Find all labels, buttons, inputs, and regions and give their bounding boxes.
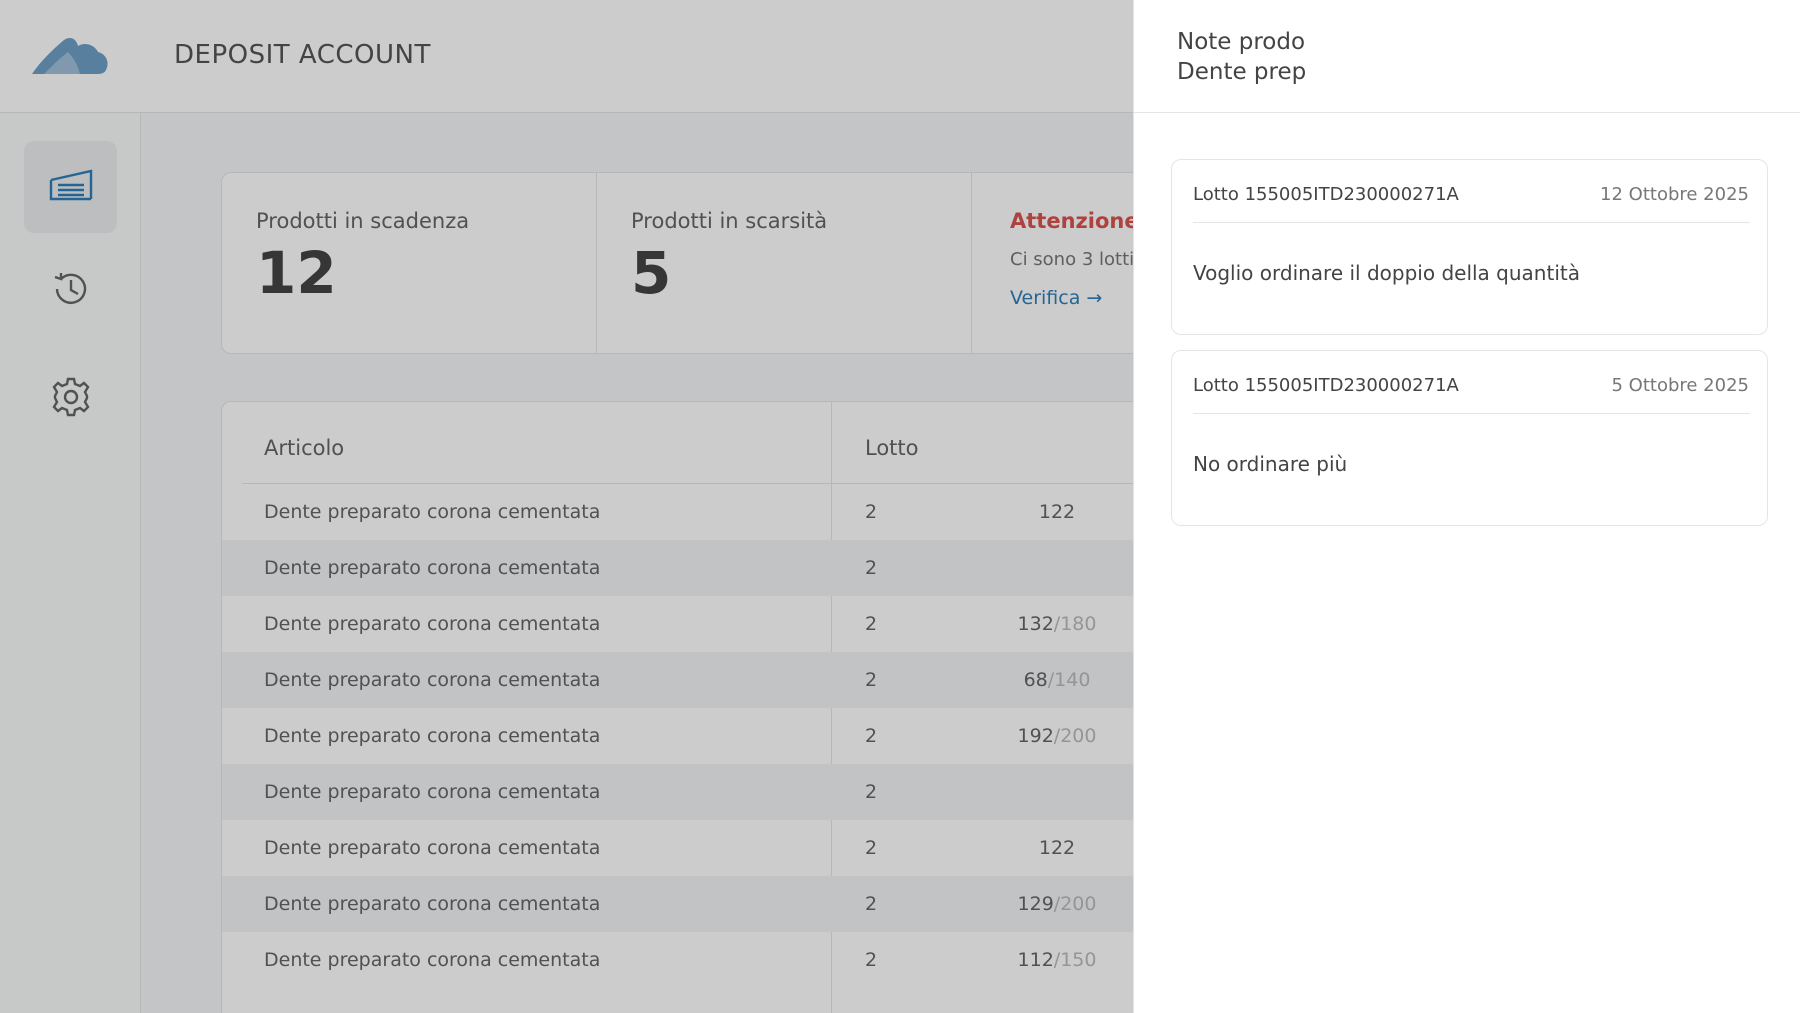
note-text: Voglio ordinare il doppio della quantità (1193, 261, 1580, 285)
note-date: 12 Ottobre 2025 (1600, 184, 1749, 205)
panel-header: Note prodo Dente prep (1134, 0, 1800, 113)
note-card: Lotto 155005ITD230000271A 12 Ottobre 202… (1171, 159, 1768, 335)
notes-panel: Note prodo Dente prep Lotto 155005ITD230… (1133, 0, 1800, 1013)
note-divider (1193, 413, 1750, 414)
note-text: No ordinare più (1193, 452, 1348, 476)
note-lot: Lotto 155005ITD230000271A (1193, 375, 1459, 396)
panel-title: Note prodo Dente prep (1177, 27, 1306, 87)
note-card: Lotto 155005ITD230000271A 5 Ottobre 2025… (1171, 350, 1768, 526)
modal-backdrop[interactable] (0, 0, 1133, 1013)
note-divider (1193, 222, 1750, 223)
note-lot: Lotto 155005ITD230000271A (1193, 184, 1459, 205)
panel-title-line2: Dente prep (1177, 59, 1307, 85)
note-date: 5 Ottobre 2025 (1611, 375, 1749, 396)
panel-title-line1: Note prodo (1177, 29, 1306, 55)
